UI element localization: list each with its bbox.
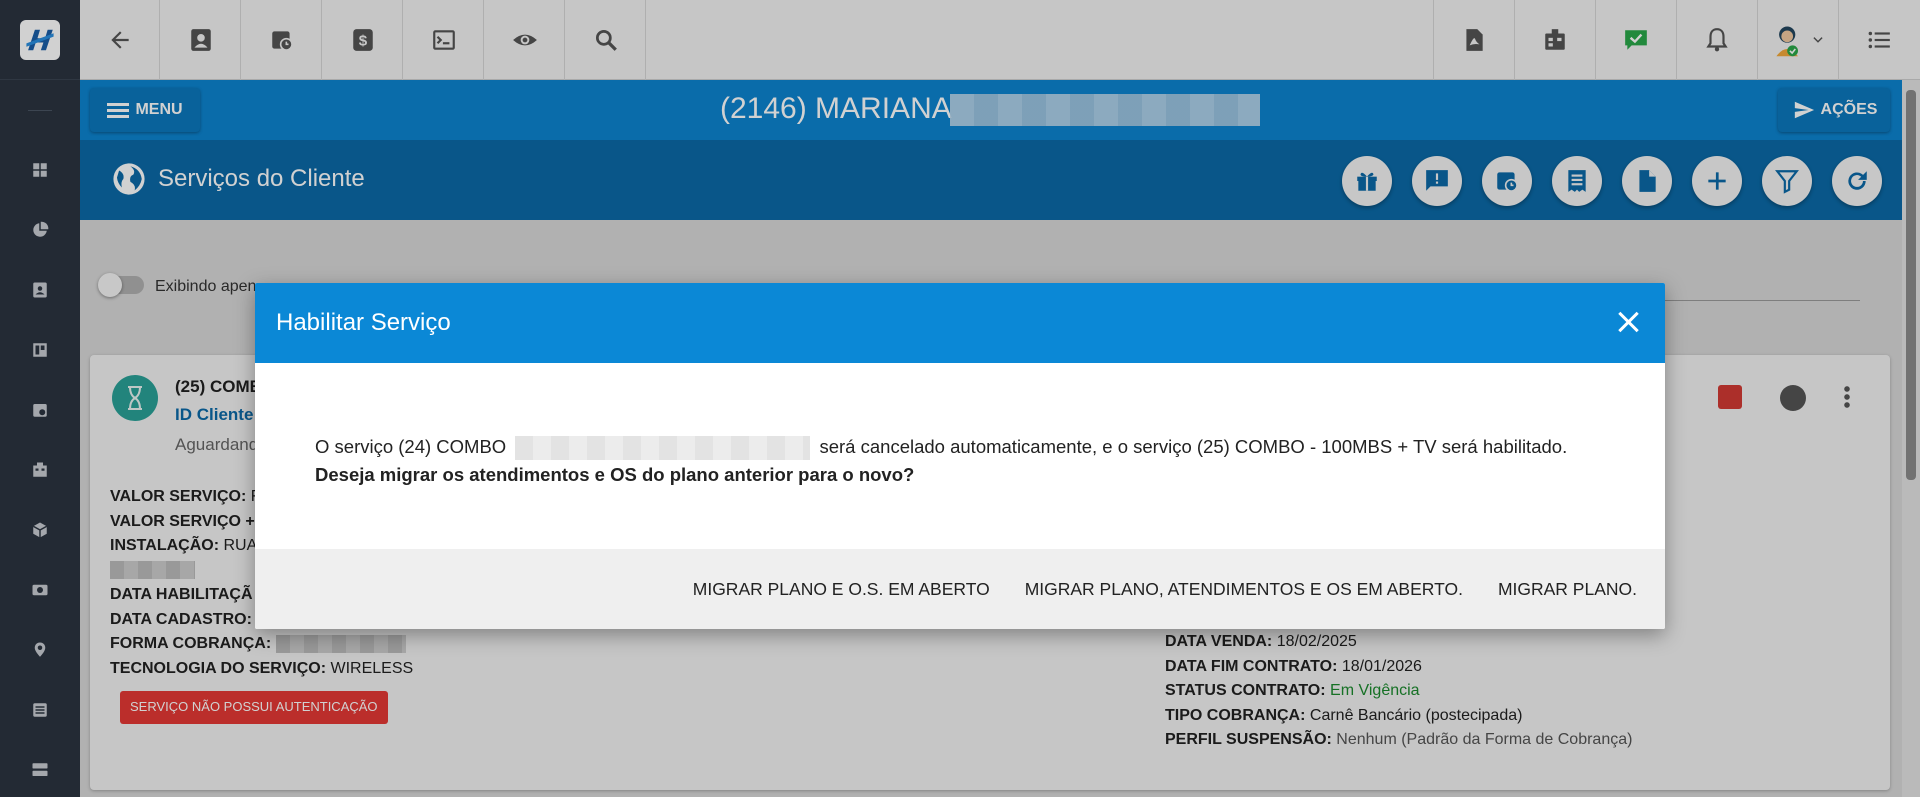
message-part-1: O serviço (24) COMBO: [315, 436, 507, 457]
close-icon[interactable]: [1615, 309, 1643, 337]
dialog-footer: MIGRAR PLANO E O.S. EM ABERTO MIGRAR PLA…: [255, 549, 1665, 629]
migration-question: Deseja migrar os atendimentos e OS do pl…: [315, 464, 915, 485]
enable-service-dialog: Habilitar Serviço O serviço (24) COMBO s…: [255, 283, 1665, 629]
message-part-2: será cancelado automaticamente, e o serv…: [819, 436, 1568, 457]
dialog-header: Habilitar Serviço: [255, 283, 1665, 363]
migrate-plan-all-button[interactable]: MIGRAR PLANO, ATENDIMENTOS E OS EM ABERT…: [1025, 579, 1463, 600]
redacted-service-name: [515, 436, 811, 461]
migrate-plan-button[interactable]: MIGRAR PLANO.: [1498, 579, 1637, 600]
migrate-plan-os-button[interactable]: MIGRAR PLANO E O.S. EM ABERTO: [693, 579, 990, 600]
dialog-message: O serviço (24) COMBO será cancelado auto…: [315, 433, 1567, 489]
dialog-title: Habilitar Serviço: [276, 309, 451, 336]
